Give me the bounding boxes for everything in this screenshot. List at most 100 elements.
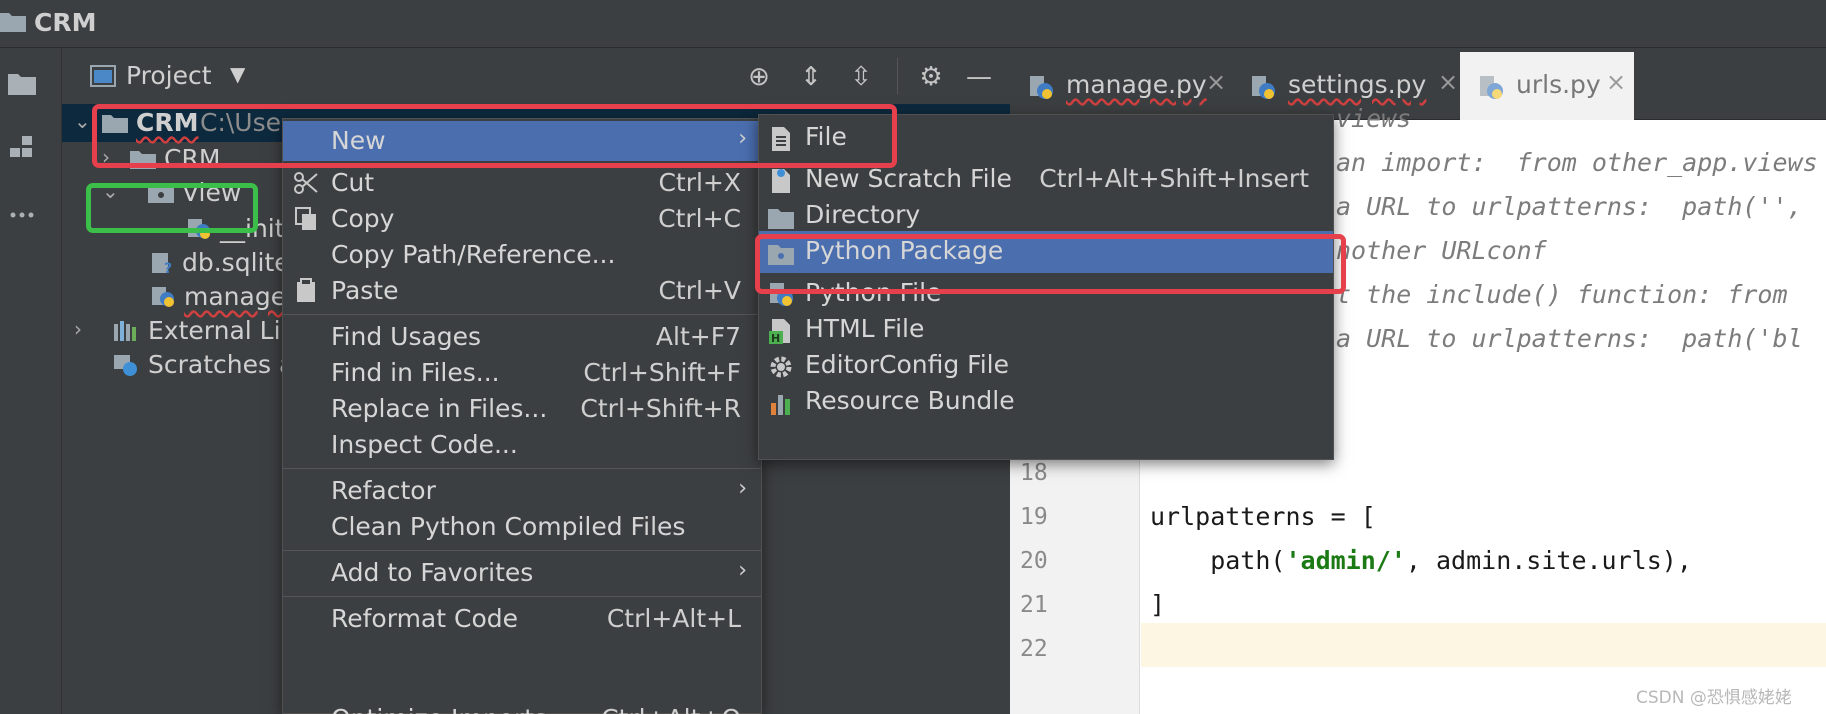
tab-urls-py[interactable]: urls.py × — [1460, 52, 1634, 120]
tab-manage-py[interactable]: manage.py × — [1010, 52, 1226, 120]
new-submenu: File New Scratch File Ctrl+Alt+Shift+Ins… — [758, 114, 1334, 460]
chevron-down-icon[interactable]: ▼ — [230, 62, 245, 86]
menu-item-add-to-favorites[interactable]: Add to Favorites › — [283, 553, 761, 593]
more-icon[interactable] — [6, 200, 38, 230]
svg-text:H: H — [771, 332, 780, 345]
menu-item-label: Copy — [331, 204, 395, 233]
menu-item-label: New — [331, 126, 386, 155]
menu-shortcut: Ctrl+Shift+R — [580, 394, 741, 423]
menu-separator — [283, 550, 761, 551]
folder-icon — [102, 115, 128, 133]
menu-item-cut[interactable]: Cut Ctrl+X — [283, 163, 761, 203]
collapse-all-icon[interactable]: ⇳ — [844, 60, 878, 94]
tab-label: settings.py — [1288, 70, 1427, 99]
menu-item-new[interactable]: New › — [283, 121, 761, 161]
code-comment: a URL to urlpatterns: path('bl — [1336, 324, 1803, 353]
scratches-icon — [114, 355, 137, 376]
line-number: 19 — [1020, 504, 1048, 530]
menu-item-refactor[interactable]: Refactor › — [283, 471, 761, 511]
line-number: 20 — [1020, 548, 1048, 574]
paste-icon — [297, 278, 315, 302]
chevron-right-icon[interactable]: › — [74, 317, 82, 341]
menu-separator — [283, 468, 761, 469]
title-bar: CRM — [0, 0, 1826, 48]
project-view-selector[interactable]: Project — [126, 61, 212, 90]
menu-item-copy-path[interactable]: Copy Path/Reference... — [283, 235, 761, 275]
tab-label: manage.py — [1066, 70, 1207, 99]
python-icon — [770, 283, 793, 306]
menu-separator — [283, 596, 761, 597]
divider — [897, 58, 898, 94]
menu-item-label: Copy Path/Reference... — [331, 240, 616, 269]
menu-item-label: Python Package — [805, 236, 1004, 265]
code-comment: views — [1336, 104, 1412, 133]
folder-icon[interactable] — [6, 68, 38, 98]
submenu-item-python-package[interactable]: Python Package — [759, 231, 1333, 273]
menu-item-find-usages[interactable]: Find Usages Alt+F7 — [283, 317, 761, 357]
project-window-icon — [90, 65, 116, 87]
line-number: 21 — [1020, 592, 1048, 618]
python-icon — [188, 219, 210, 239]
tool-window-strip — [0, 48, 62, 714]
file-icon — [772, 127, 790, 151]
code-comment: a URL to urlpatterns: path('', — [1336, 192, 1803, 221]
db-icon: ? — [152, 253, 172, 275]
locate-icon[interactable]: ⊕ — [742, 60, 776, 94]
menu-item-inspect-code[interactable]: Inspect Code... — [283, 425, 761, 465]
menu-shortcut: Alt+F7 — [655, 322, 741, 351]
scissors-icon — [294, 172, 318, 194]
menu-item-label: Clean Python Compiled Files — [331, 512, 686, 541]
structure-icon[interactable] — [6, 132, 38, 162]
chevron-right-icon: › — [738, 558, 747, 583]
chevron-down-icon[interactable]: ⌄ — [74, 109, 91, 133]
menu-item-label: Optimize Imports — [331, 704, 547, 714]
scratch-file-icon — [772, 169, 790, 193]
copy-icon — [295, 207, 316, 230]
menu-item-find-in-files[interactable]: Find in Files... Ctrl+Shift+F — [283, 353, 761, 393]
expand-all-icon[interactable]: ⇕ — [794, 60, 828, 94]
menu-item-label: Add to Favorites — [331, 558, 534, 587]
close-icon[interactable]: × — [1438, 68, 1458, 96]
menu-item-label: Refactor — [331, 476, 436, 505]
context-menu: New › Cut Ctrl+X Copy Ctrl+C Copy Path/R… — [282, 118, 762, 714]
menu-item-clean-python[interactable]: Clean Python Compiled Files — [283, 507, 761, 547]
close-icon[interactable]: × — [1206, 68, 1226, 96]
chevron-right-icon[interactable]: › — [102, 145, 110, 169]
menu-shortcut: Ctrl+Alt+L — [606, 604, 741, 633]
python-icon — [1252, 76, 1275, 99]
menu-item-optimize-imports[interactable]: Optimize Imports Ctrl+Alt+O — [283, 699, 761, 714]
menu-shortcut: Ctrl+Shift+F — [583, 358, 741, 387]
menu-item-label: HTML File — [805, 314, 925, 343]
app-title: CRM — [34, 8, 97, 37]
menu-item-paste[interactable]: Paste Ctrl+V — [283, 271, 761, 311]
bundle-icon — [771, 395, 790, 415]
code-line: urlpatterns = [ — [1150, 502, 1376, 531]
tree-item-path: C:\Use — [200, 108, 282, 137]
html-icon: H — [769, 319, 790, 345]
code-token: , admin.site.urls), — [1405, 546, 1692, 575]
python-icon — [1030, 76, 1053, 99]
chevron-down-icon[interactable]: ⌄ — [102, 179, 119, 203]
watermark: CSDN @恐惧感姥姥 — [1636, 688, 1792, 708]
project-panel-header: Project ▼ ⊕ ⇕ ⇳ ⚙ — — [62, 48, 1010, 104]
python-icon — [152, 287, 174, 307]
tree-item-label: CRM — [164, 144, 221, 173]
menu-item-label: Find in Files... — [331, 358, 500, 387]
menu-item-label: Replace in Files... — [331, 394, 548, 423]
code-string: 'admin/' — [1285, 546, 1406, 575]
package-icon — [768, 245, 794, 265]
python-icon — [1480, 76, 1503, 99]
menu-item-reformat-code[interactable]: Reformat Code Ctrl+Alt+L — [283, 599, 761, 639]
minimize-icon[interactable]: — — [962, 60, 996, 94]
close-icon[interactable]: × — [1606, 68, 1626, 96]
folder-icon — [148, 185, 174, 203]
submenu-item-resource-bundle[interactable]: Resource Bundle — [759, 381, 1333, 423]
submenu-item-file[interactable]: File — [759, 117, 1333, 159]
menu-item-label: Python File — [805, 278, 942, 307]
gear-icon[interactable]: ⚙ — [914, 60, 948, 94]
editor-tab-bar: manage.py × settings.py × urls.py × — [1010, 48, 1826, 120]
library-icon — [114, 321, 136, 341]
menu-item-copy[interactable]: Copy Ctrl+C — [283, 199, 761, 239]
menu-item-label: Directory — [805, 200, 921, 229]
menu-item-replace-in-files[interactable]: Replace in Files... Ctrl+Shift+R — [283, 389, 761, 429]
